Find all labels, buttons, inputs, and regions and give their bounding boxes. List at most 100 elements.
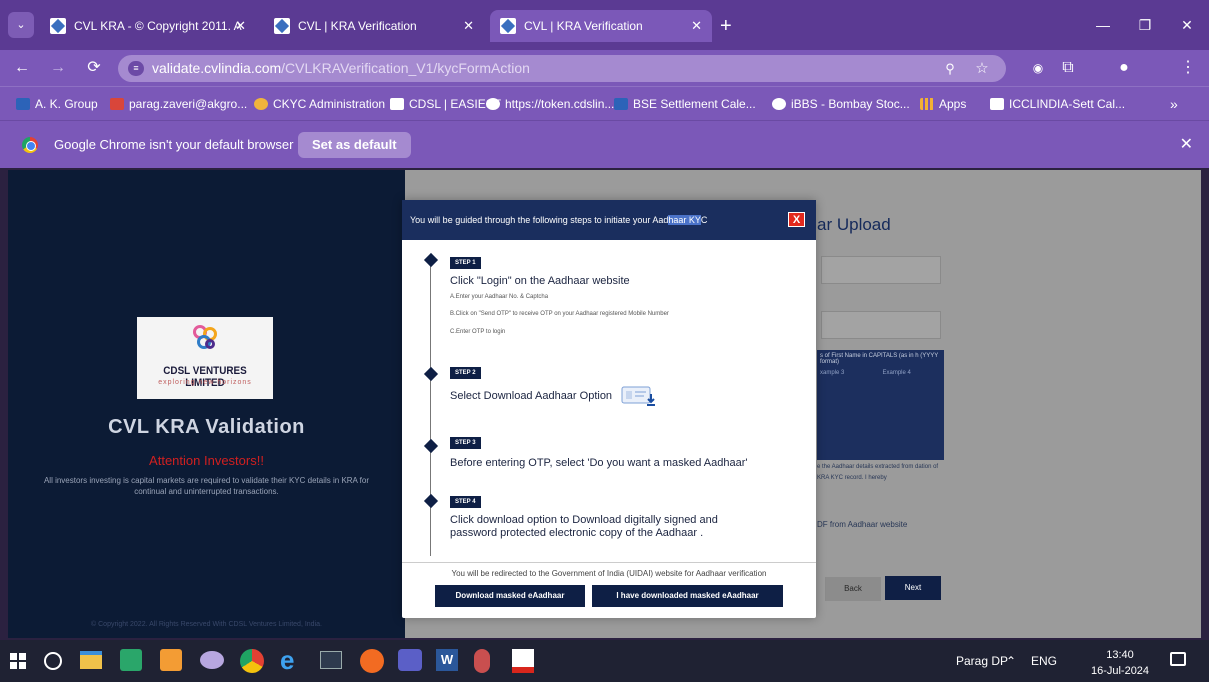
puzzle-extensions-icon[interactable]: ⧉ — [1056, 56, 1080, 80]
chrome-taskbar-icon[interactable] — [240, 649, 264, 673]
minimize-button[interactable]: — — [1088, 12, 1118, 38]
bookmark-label: BSE Settlement Cale... — [633, 97, 756, 111]
step-2-heading: Select Download Aadhaar Option — [450, 390, 613, 402]
step-4-heading: Click download option to Download digita… — [450, 514, 718, 526]
tray-language[interactable]: ENG — [1031, 640, 1057, 682]
download-masked-eaadhaar-button[interactable]: Download masked eAadhaar — [435, 585, 585, 607]
step-4-badge: STEP 4 — [450, 496, 481, 508]
step-4-heading-line2: password protected electronic copy of th… — [450, 527, 704, 539]
cdsl-logo-mark-icon — [191, 323, 221, 357]
forward-arrow-icon[interactable]: → — [46, 56, 70, 80]
page-title: CVL KRA Validation — [108, 416, 305, 438]
bookmark-star-icon[interactable]: ☆ — [970, 57, 994, 81]
aadhaar-kyc-steps-modal: You will be guided through the following… — [402, 200, 816, 618]
form-title: ar Upload — [817, 215, 891, 234]
table-heading: s of First Name in CAPITALS (as in h (YY… — [820, 353, 939, 365]
step-1-sub-b: B.Click on "Send OTP" to receive OTP on … — [450, 311, 669, 317]
chrome-logo-icon — [22, 137, 38, 153]
downloaded-masked-eaadhaar-button[interactable]: I have downloaded masked eAadhaar — [592, 585, 783, 607]
tab-strip: ⌄ CVL KRA - © Copyright 2011. A ✕ CVL | … — [0, 0, 1209, 50]
tab-kra-verification-active[interactable]: CVL | KRA Verification ✕ — [490, 10, 712, 42]
acrobat-icon[interactable] — [512, 649, 534, 673]
windows-taskbar: e W Parag DP ⌃ ENG 13:40 16-Jul-2024 — [0, 640, 1209, 682]
next-button[interactable]: Next — [885, 576, 941, 600]
file-explorer-icon[interactable] — [80, 651, 102, 669]
restore-button[interactable]: ❐ — [1130, 12, 1160, 38]
set-as-default-button[interactable]: Set as default — [298, 132, 411, 158]
bookmark-apps[interactable]: Apps — [920, 87, 966, 121]
tab-cvl-kra-copyright[interactable]: CVL KRA - © Copyright 2011. A ✕ — [40, 10, 256, 42]
app-icon-4[interactable] — [360, 649, 384, 673]
close-window-button[interactable]: ✕ — [1172, 12, 1202, 38]
bookmark-ak-group[interactable]: A. K. Group — [16, 87, 98, 121]
url-host: validate.cvlindia.com — [152, 60, 282, 76]
internet-explorer-icon[interactable]: e — [280, 645, 306, 675]
step-marker-icon — [423, 252, 439, 268]
word-icon[interactable]: W — [436, 649, 458, 671]
teams-icon[interactable] — [398, 649, 422, 671]
steps-timeline-line — [430, 256, 431, 556]
search-icon[interactable] — [44, 652, 62, 670]
windows-start-icon[interactable] — [10, 653, 26, 669]
tab-search-button[interactable]: ⌄ — [8, 12, 34, 38]
back-arrow-icon[interactable]: ← — [10, 56, 34, 80]
profile-avatar-icon[interactable]: ● — [1112, 56, 1136, 80]
step-marker-icon — [423, 438, 439, 454]
notification-icon[interactable] — [1170, 652, 1186, 666]
pdf-upload-label: DF from Aadhaar website — [817, 520, 908, 529]
step-1-heading: Click "Login" on the Aadhaar website — [450, 275, 630, 287]
ak-group-icon — [16, 98, 30, 110]
tray-chevron-up-icon[interactable]: ⌃ — [1006, 640, 1016, 682]
bookmark-label: ICCLINDIA-Sett Cal... — [1009, 97, 1126, 111]
tab-title: CVL KRA - © Copyright 2011. A — [74, 19, 242, 33]
bookmark-label: parag.zaveri@akgro... — [129, 97, 248, 111]
more-bookmarks-chevron-icon[interactable]: » — [1170, 87, 1178, 121]
cvl-favicon-icon — [274, 18, 290, 34]
app-icon-2[interactable] — [160, 649, 182, 671]
tab-close-icon[interactable]: ✕ — [235, 10, 246, 42]
tray-date[interactable]: 16-Jul-2024 — [1090, 665, 1150, 678]
bookmark-bse-settlement[interactable]: BSE Settlement Cale... — [614, 87, 756, 121]
bookmark-label: iBBS - Bombay Stoc... — [791, 97, 910, 111]
app-icon-3[interactable] — [200, 651, 224, 669]
bookmark-label: Apps — [939, 97, 967, 111]
bookmark-icclindia[interactable]: ICCLINDIA-Sett Cal... — [990, 87, 1125, 121]
bookmark-ckyc[interactable]: CKYC Administration — [254, 87, 385, 121]
tray-time[interactable]: 13:40 — [1098, 649, 1142, 662]
logo-tagline: exploring new horizons — [158, 379, 252, 386]
site-info-icon[interactable]: ≡ — [128, 61, 144, 76]
bookmark-ibbs[interactable]: iBBS - Bombay Stoc... — [772, 87, 910, 121]
attention-description: All investors investing is capital marke… — [43, 476, 370, 496]
bookmark-gmail[interactable]: parag.zaveri@akgro... — [110, 87, 247, 121]
tab-close-icon[interactable]: ✕ — [463, 10, 474, 42]
modal-title-selection: haar KY — [668, 215, 701, 225]
back-button[interactable]: Back — [825, 577, 881, 601]
modal-close-button[interactable]: X — [788, 212, 805, 227]
cvl-favicon-icon — [50, 18, 66, 34]
tab-title: CVL | KRA Verification — [524, 19, 643, 33]
tab-kra-verification[interactable]: CVL | KRA Verification ✕ — [264, 10, 484, 42]
reload-icon[interactable]: ⟳ — [82, 56, 106, 80]
terminal-icon[interactable] — [320, 651, 342, 669]
new-tab-button[interactable]: + — [720, 10, 732, 42]
tab-close-icon[interactable]: ✕ — [691, 10, 702, 42]
page-viewport: CDSL VENTURES LIMITED exploring new hori… — [8, 170, 1201, 638]
step-1-sub-a: A.Enter your Aadhaar No. & Captcha — [450, 294, 549, 300]
zoom-icon[interactable]: ⚲ — [938, 57, 962, 81]
bookmark-token-cdsl[interactable]: https://token.cdslin... — [486, 87, 614, 121]
address-bar[interactable]: ≡ validate.cvlindia.com/CVLKRAVerificati… — [118, 55, 1006, 82]
tray-user[interactable]: Parag DP — [956, 640, 1008, 682]
redirect-note: You will be redirected to the Government… — [451, 569, 767, 578]
kebab-menu-icon[interactable]: ⋮ — [1176, 56, 1200, 80]
extension-icon[interactable]: ◉ — [1026, 56, 1050, 80]
infobar-close-icon[interactable]: ✕ — [1180, 121, 1193, 169]
app-icon-1[interactable] — [120, 649, 142, 671]
bookmark-cdsl-easiest[interactable]: CDSL | EASIEST — [390, 87, 501, 121]
modal-footer: You will be redirected to the Government… — [402, 562, 816, 618]
step-2-badge: STEP 2 — [450, 367, 481, 379]
app-icon-5[interactable] — [474, 649, 490, 673]
ckyc-icon — [254, 98, 268, 110]
form-field-2[interactable] — [821, 311, 941, 339]
step-3-badge: STEP 3 — [450, 437, 481, 449]
form-field-1[interactable] — [821, 256, 941, 284]
